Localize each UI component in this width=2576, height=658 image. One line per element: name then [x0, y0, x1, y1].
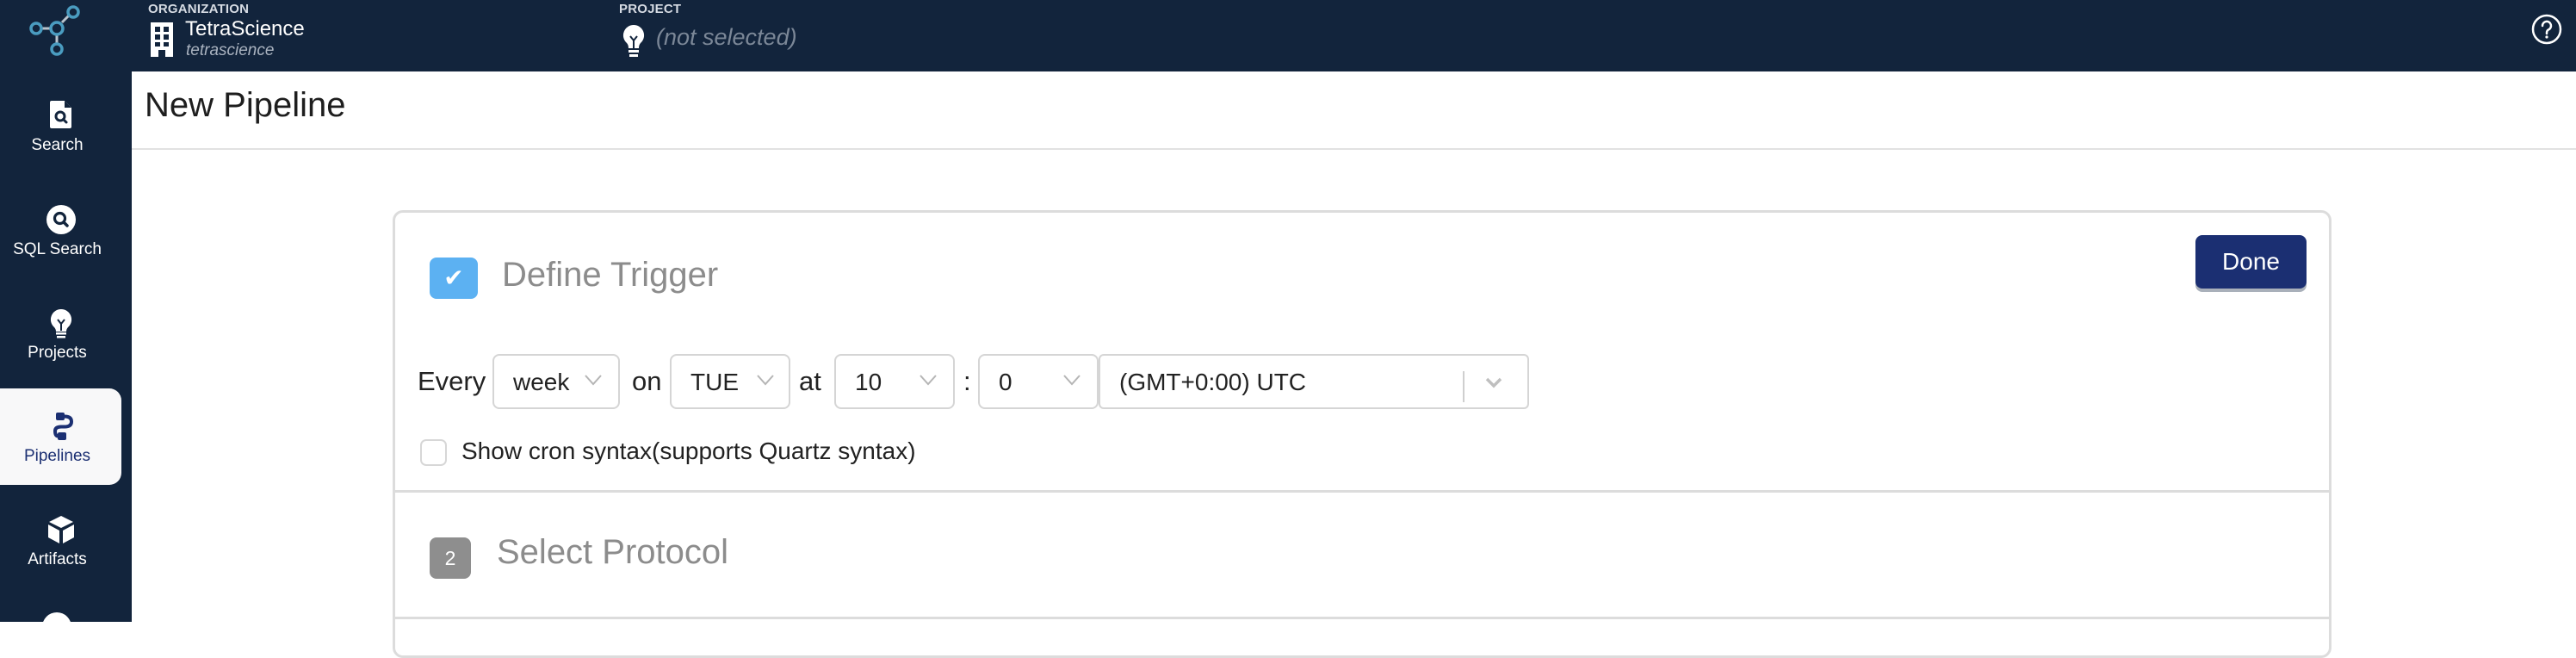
- interval-select[interactable]: week: [492, 354, 620, 409]
- every-label: Every: [418, 366, 486, 396]
- sidebar-item-artifacts[interactable]: Artifacts: [0, 492, 121, 588]
- minute-value: 0: [999, 369, 1012, 395]
- step-1-badge: ✔: [430, 258, 478, 299]
- at-label: at: [799, 366, 821, 396]
- chevron-down-icon: [920, 375, 937, 386]
- chevron-down-icon: [1485, 377, 1502, 388]
- interval-value: week: [513, 369, 570, 395]
- step-2-title[interactable]: Select Protocol: [497, 533, 728, 572]
- sidebar-item-label: Pipelines: [23, 447, 91, 465]
- pipeline-icon: [53, 413, 73, 440]
- sidebar-item-projects[interactable]: Projects: [0, 285, 121, 382]
- sidebar-item-pipelines[interactable]: Pipelines: [0, 388, 121, 485]
- cube-icon: [47, 516, 74, 543]
- page-title: New Pipeline: [145, 86, 346, 124]
- sidebar-item-sql-search[interactable]: SQL Search: [0, 182, 121, 278]
- search-circle-icon: [46, 205, 76, 234]
- sidebar-item-search[interactable]: Search: [0, 78, 121, 174]
- step-divider: [395, 617, 2329, 619]
- question-circle-icon[interactable]: [2531, 14, 2562, 45]
- step-2-badge: 2: [430, 537, 471, 579]
- day-value: TUE: [690, 369, 739, 395]
- title-divider: [132, 148, 2576, 150]
- tetrascience-logo-icon[interactable]: [24, 2, 86, 57]
- lightbulb-icon: [622, 24, 645, 57]
- done-button[interactable]: Done: [2195, 235, 2307, 289]
- sidebar-item-label: Projects: [28, 344, 87, 362]
- more-nav-icon[interactable]: [41, 611, 72, 642]
- step-divider: [395, 490, 2329, 493]
- file-search-icon: [49, 101, 71, 128]
- chevron-down-icon: [1063, 375, 1081, 386]
- day-select[interactable]: TUE: [670, 354, 790, 409]
- organization-slug: tetrascience: [186, 41, 275, 59]
- cron-syntax-label[interactable]: Show cron syntax(supports Quartz syntax): [461, 438, 916, 465]
- timezone-separator: [1463, 371, 1464, 402]
- hour-select[interactable]: 10: [834, 354, 955, 409]
- colon-separator: :: [963, 366, 971, 396]
- organization-label: ORGANIZATION: [148, 2, 250, 16]
- building-icon: [151, 22, 173, 57]
- sidebar: Search SQL Search Projects Pipelines Art…: [0, 0, 132, 642]
- step-1-title[interactable]: Define Trigger: [502, 256, 718, 295]
- chevron-down-icon: [585, 375, 602, 386]
- hour-value: 10: [855, 369, 882, 395]
- top-bar: [0, 0, 2576, 71]
- timezone-select[interactable]: (GMT+0:00) UTC: [1099, 354, 1529, 409]
- sidebar-item-label: Search: [31, 136, 84, 154]
- cron-syntax-checkbox[interactable]: [420, 439, 447, 466]
- sidebar-item-label: Artifacts: [28, 550, 87, 568]
- organization-name[interactable]: TetraScience: [185, 17, 305, 41]
- minute-select[interactable]: 0: [978, 354, 1099, 409]
- on-label: on: [632, 366, 662, 396]
- project-label: PROJECT: [619, 2, 682, 16]
- pipeline-steps-card: ✔ Define Trigger Done Every week on TUE …: [393, 210, 2331, 658]
- project-selector[interactable]: (not selected): [656, 24, 797, 51]
- chevron-down-icon: [757, 375, 774, 386]
- timezone-value: (GMT+0:00) UTC: [1119, 369, 1307, 395]
- lightbulb-icon: [50, 308, 71, 338]
- sidebar-item-label: SQL Search: [13, 240, 102, 258]
